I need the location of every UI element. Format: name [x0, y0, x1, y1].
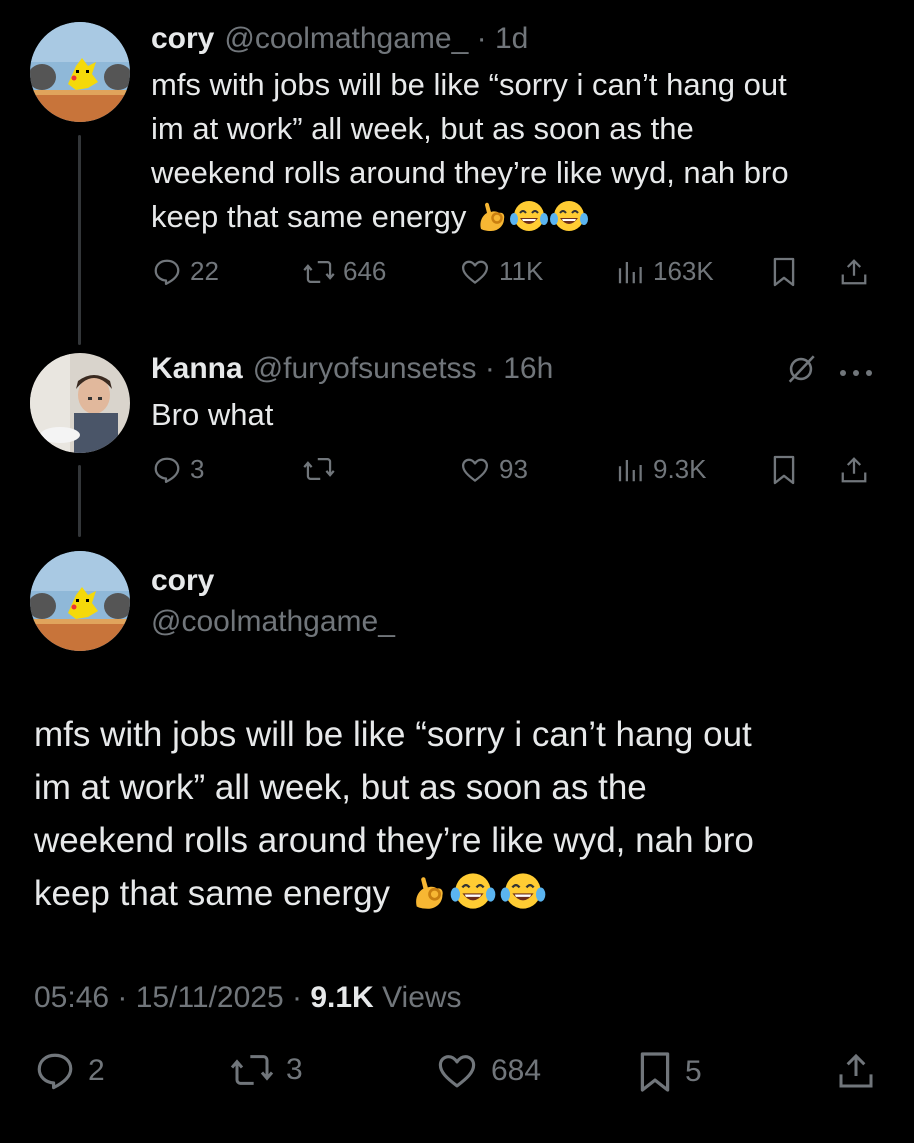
- like-button[interactable]: 93: [459, 454, 528, 485]
- reply-count: 2: [88, 1054, 105, 1087]
- tweet-header: Kanna @furyofsunsetss · 16h: [151, 351, 553, 387]
- tears-of-joy-emoji-icon: [509, 199, 549, 245]
- separator-dot: ·: [476, 352, 504, 385]
- tweet-time[interactable]: 1d: [495, 21, 528, 57]
- reply-icon: [37, 1053, 73, 1090]
- share-button[interactable]: [836, 1050, 876, 1092]
- text-line: im at work” all week, but as soon as the: [151, 111, 694, 146]
- reply-count: 3: [190, 454, 205, 484]
- heart-icon: [462, 260, 488, 284]
- tweet-header: cory @coolmathgame_ · 1d: [151, 21, 528, 57]
- avatar[interactable]: [30, 22, 130, 122]
- share-button[interactable]: [839, 256, 869, 288]
- post-meta: 05:46 · 15/11/2025 · 9.1K Views: [34, 978, 462, 1018]
- reply-count: 22: [190, 256, 219, 286]
- author-name[interactable]: Kanna: [151, 351, 243, 387]
- like-button[interactable]: 684: [435, 1050, 541, 1092]
- main-post-name[interactable]: cory: [151, 563, 214, 599]
- ok-hand-emoji-icon: [475, 199, 509, 245]
- text-line: mfs with jobs will be like “sorry i can’…: [34, 715, 752, 754]
- views-button[interactable]: 9.3K: [615, 454, 707, 485]
- bookmark-icon: [640, 1052, 670, 1092]
- share-icon: [841, 259, 867, 285]
- reply-button[interactable]: 22: [152, 256, 219, 287]
- separator-dot: ·: [109, 981, 136, 1014]
- tweet-actions: 3 93 9.3K: [0, 454, 914, 494]
- bookmark-count: 5: [685, 1055, 702, 1088]
- main-post-handle[interactable]: @coolmathgame_: [151, 604, 395, 640]
- author-handle[interactable]: @coolmathgame_: [224, 21, 468, 57]
- text-line: mfs with jobs will be like “sorry i can’…: [151, 67, 787, 102]
- repost-icon: [303, 458, 335, 480]
- more-icon: [840, 370, 872, 376]
- text-line: keep that same energy: [151, 199, 467, 234]
- heart-icon: [462, 458, 488, 482]
- tweet-time[interactable]: 16h: [503, 351, 553, 387]
- avatar[interactable]: [30, 353, 130, 453]
- analytics-icon: [618, 459, 642, 481]
- text-line: weekend rolls around they’re like wyd, n…: [151, 155, 789, 190]
- repost-icon: [230, 1055, 274, 1085]
- tweet-text: mfs with jobs will be like “sorry i can’…: [151, 63, 789, 245]
- main-post-text: mfs with jobs will be like “sorry i can’…: [34, 708, 754, 926]
- reply-icon: [154, 259, 180, 285]
- post-time[interactable]: 05:46: [34, 981, 109, 1014]
- like-button[interactable]: 11K: [459, 256, 543, 287]
- repost-button[interactable]: 3: [230, 1050, 303, 1090]
- thread-line: [78, 135, 81, 345]
- text-line-with-emojis: keep that same energy: [34, 867, 754, 926]
- grok-button[interactable]: [784, 352, 818, 391]
- repost-button[interactable]: [303, 454, 343, 484]
- views-label: Views: [382, 981, 462, 1014]
- author-name[interactable]: cory: [151, 21, 214, 57]
- bookmark-button[interactable]: 5: [637, 1050, 702, 1094]
- post-actions: 2 3 684 5: [0, 1050, 914, 1100]
- share-icon: [839, 1053, 873, 1088]
- text-line: weekend rolls around they’re like wyd, n…: [34, 821, 754, 860]
- share-button[interactable]: [839, 454, 869, 486]
- bookmark-button[interactable]: [771, 454, 797, 486]
- analytics-icon: [618, 261, 642, 283]
- separator-dot: ·: [468, 22, 495, 55]
- repost-count: 646: [343, 256, 387, 286]
- reply-button[interactable]: 3: [152, 454, 204, 485]
- repost-button[interactable]: 646: [303, 256, 386, 287]
- share-icon: [841, 457, 867, 483]
- more-options-button[interactable]: [838, 365, 874, 383]
- views-count[interactable]: 9.1K: [310, 981, 373, 1014]
- reply-button[interactable]: 2: [34, 1050, 105, 1092]
- tears-of-joy-emoji-icon: [498, 871, 548, 926]
- like-count: 11K: [499, 256, 544, 286]
- ok-hand-emoji-icon: [410, 873, 448, 926]
- like-count: 93: [499, 454, 528, 484]
- tweet-text: Bro what: [151, 393, 273, 437]
- text-line: im at work” all week, but as soon as the: [34, 768, 647, 807]
- author-handle[interactable]: @furyofsunsetss: [253, 351, 477, 387]
- repost-icon: [303, 260, 335, 283]
- avatar[interactable]: [30, 551, 130, 651]
- tears-of-joy-emoji-icon: [448, 871, 498, 926]
- text-line-with-emojis: keep that same energy: [151, 195, 789, 245]
- bookmark-icon: [773, 257, 795, 287]
- text-line: keep that same energy: [34, 874, 391, 913]
- post-date[interactable]: 15/11/2025: [136, 981, 284, 1014]
- bookmark-icon: [773, 455, 795, 485]
- bookmark-button[interactable]: [771, 256, 797, 288]
- tears-of-joy-emoji-icon: [549, 199, 589, 245]
- reply-icon: [154, 457, 180, 483]
- repost-count: 3: [286, 1053, 303, 1086]
- views-count: 9.3K: [653, 454, 707, 484]
- views-button[interactable]: 163K: [615, 256, 714, 287]
- heart-icon: [438, 1055, 476, 1088]
- reply-thread-screen: cory @coolmathgame_ · 1d mfs with jobs w…: [0, 0, 914, 1143]
- text-line: Bro what: [151, 397, 274, 432]
- separator-dot: ·: [283, 981, 311, 1014]
- tweet-actions: 22 646 11K 163K: [0, 256, 914, 296]
- like-count: 684: [491, 1054, 542, 1087]
- views-count: 163K: [653, 256, 714, 286]
- grok-icon: [788, 355, 815, 383]
